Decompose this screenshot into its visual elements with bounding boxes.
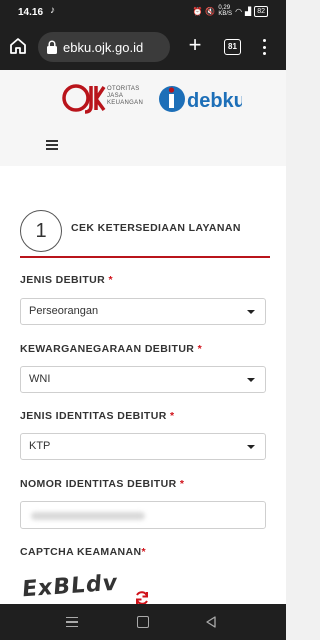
ojk-line-3: KEUANGAN [107, 100, 144, 106]
status-icons: ⏰ 🔇 0,29 KB/S ◠ ▟ 82 [192, 5, 268, 17]
ojk-line-1: OTORITAS [107, 86, 140, 92]
kewarganegaraan-label: KEWARGANEGARAAN DEBITUR * [20, 343, 203, 355]
nomor-identitas-label: NOMOR IDENTITAS DEBITUR * [20, 478, 185, 490]
home-icon[interactable] [8, 36, 28, 56]
site-header: OTORITAS JASA KEUANGAN debku [0, 70, 286, 166]
tiktok-notification-icon: ♪ [50, 5, 55, 16]
recent-apps-icon[interactable] [66, 617, 78, 627]
network-speed: 0,29 KB/S [218, 5, 233, 17]
kewarganegaraan-select[interactable]: WNI [20, 366, 266, 393]
lock-icon [47, 40, 57, 54]
status-time: 14.16 [18, 7, 44, 18]
home-button-icon[interactable] [137, 616, 149, 628]
captcha-image: ExBLdv [22, 570, 119, 603]
android-nav-bar [0, 604, 286, 640]
title-divider [20, 256, 270, 258]
jenis-identitas-select[interactable]: KTP [20, 433, 266, 460]
back-icon[interactable] [204, 615, 218, 629]
jenis-debitur-select[interactable]: Perseorangan [20, 298, 266, 325]
new-tab-button[interactable]: + [184, 33, 206, 57]
hamburger-menu-icon[interactable] [46, 140, 58, 150]
form-panel: 1 CEK KETERSEDIAAN LAYANAN JENIS DEBITUR… [0, 166, 286, 605]
mute-icon: 🔇 [205, 6, 216, 16]
battery-icon: 82 [254, 5, 268, 17]
tab-switcher-button[interactable]: 81 [224, 39, 241, 55]
browser-toolbar: ebku.ojk.go.id + 81 [0, 24, 286, 70]
chevron-down-icon [247, 378, 255, 382]
step-number: 1 [20, 210, 62, 252]
svg-text:debku: debku [187, 90, 242, 112]
captcha-label: CAPTCHA KEAMANAN* [20, 546, 147, 558]
step-title: CEK KETERSEDIAAN LAYANAN [71, 222, 241, 234]
jenis-debitur-label: JENIS DEBITUR * [20, 274, 113, 286]
nomor-identitas-input[interactable] [20, 501, 266, 529]
chevron-down-icon [247, 445, 255, 449]
chevron-down-icon [247, 310, 255, 314]
wifi-icon: ◠ [235, 6, 243, 16]
redacted-value [31, 512, 145, 520]
jenis-identitas-label: JENIS IDENTITAS DEBITUR * [20, 410, 175, 422]
ojk-logo-text: OTORITAS JASA KEUANGAN [107, 86, 143, 107]
url-text: ebku.ojk.go.id [63, 39, 144, 55]
browser-menu-button[interactable] [258, 37, 270, 57]
address-bar[interactable]: ebku.ojk.go.id [38, 32, 170, 62]
status-bar: 14.16 ♪ ⏰ 🔇 0,29 KB/S ◠ ▟ 82 [0, 0, 286, 24]
idebku-logo[interactable]: debku [158, 82, 242, 116]
signal-icon: ▟ [245, 6, 252, 16]
ojk-line-2: JASA [107, 93, 124, 99]
alarm-icon: ⏰ [192, 6, 203, 16]
